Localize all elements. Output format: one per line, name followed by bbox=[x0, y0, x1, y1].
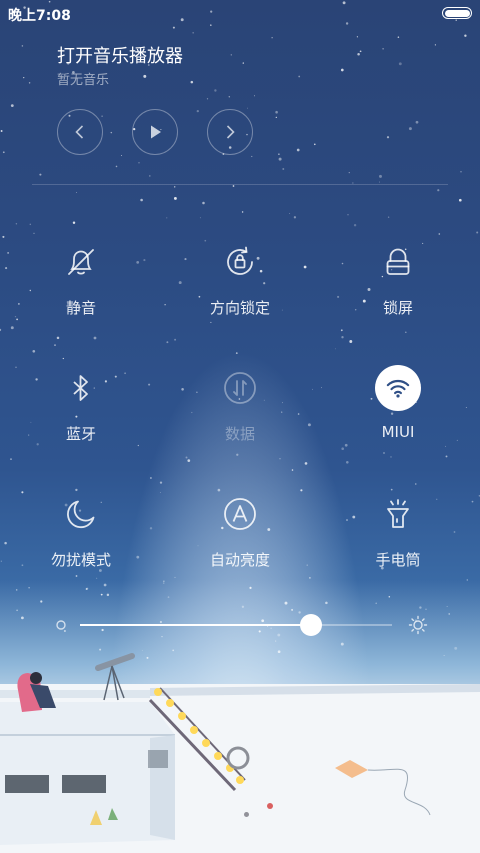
toggle-bluetooth-label: 蓝牙 bbox=[65, 425, 96, 443]
brightness-low-icon bbox=[56, 620, 66, 630]
toggle-rotation-lock-label: 方向锁定 bbox=[209, 299, 270, 317]
bluetooth-icon bbox=[60, 367, 102, 409]
moon-icon bbox=[60, 493, 102, 535]
data-arrows-icon bbox=[219, 367, 261, 409]
play-icon bbox=[151, 125, 161, 139]
status-bar: 晚上7:08 bbox=[0, 0, 480, 28]
toggle-lock-screen[interactable]: 锁屏 bbox=[333, 241, 463, 321]
chevron-right-icon bbox=[226, 125, 235, 139]
toggle-data-label: 数据 bbox=[224, 425, 255, 443]
toggle-mute-label: 静音 bbox=[65, 299, 96, 317]
music-player-subtitle: 暂无音乐 bbox=[57, 73, 110, 88]
toggle-bluetooth[interactable]: 蓝牙 bbox=[16, 367, 146, 447]
toggle-flashlight[interactable]: 手电筒 bbox=[333, 493, 463, 573]
status-time: 晚上7:08 bbox=[8, 8, 71, 24]
flashlight-icon bbox=[377, 493, 419, 535]
brightness-thumb[interactable] bbox=[299, 614, 322, 636]
padlock-icon bbox=[377, 241, 419, 283]
toggle-wifi-label: MIUI bbox=[381, 423, 415, 441]
toggle-auto-brightness[interactable]: 自动亮度 bbox=[175, 493, 305, 573]
bell-slash-icon bbox=[60, 241, 102, 283]
brightness-slider[interactable] bbox=[54, 612, 428, 638]
toggle-mute[interactable]: 静音 bbox=[16, 241, 146, 321]
toggle-do-not-disturb-label: 勿扰模式 bbox=[50, 551, 111, 569]
battery-icon bbox=[442, 7, 472, 19]
page-indicator bbox=[244, 812, 249, 817]
brightness-track[interactable] bbox=[80, 614, 392, 636]
previous-track-button[interactable] bbox=[57, 109, 103, 155]
chevron-left-icon bbox=[75, 125, 84, 139]
toggle-lock-screen-label: 锁屏 bbox=[382, 299, 413, 317]
auto-brightness-icon bbox=[219, 493, 261, 535]
toggle-rotation-lock[interactable]: 方向锁定 bbox=[175, 241, 305, 321]
music-player-title[interactable]: 打开音乐播放器 bbox=[57, 42, 183, 68]
next-track-button[interactable] bbox=[207, 109, 253, 155]
toggle-flashlight-label: 手电筒 bbox=[375, 551, 421, 569]
toggle-data[interactable]: 数据 bbox=[175, 367, 305, 447]
toggle-do-not-disturb[interactable]: 勿扰模式 bbox=[16, 493, 146, 573]
wifi-icon bbox=[375, 365, 421, 411]
rooftop-illustration bbox=[0, 653, 480, 853]
divider bbox=[32, 184, 448, 185]
toggle-auto-brightness-label: 自动亮度 bbox=[209, 551, 270, 569]
play-button[interactable] bbox=[132, 109, 178, 155]
brightness-high-icon bbox=[408, 615, 428, 635]
rotation-lock-icon bbox=[219, 241, 261, 283]
toggle-wifi[interactable]: MIUI bbox=[333, 365, 463, 447]
